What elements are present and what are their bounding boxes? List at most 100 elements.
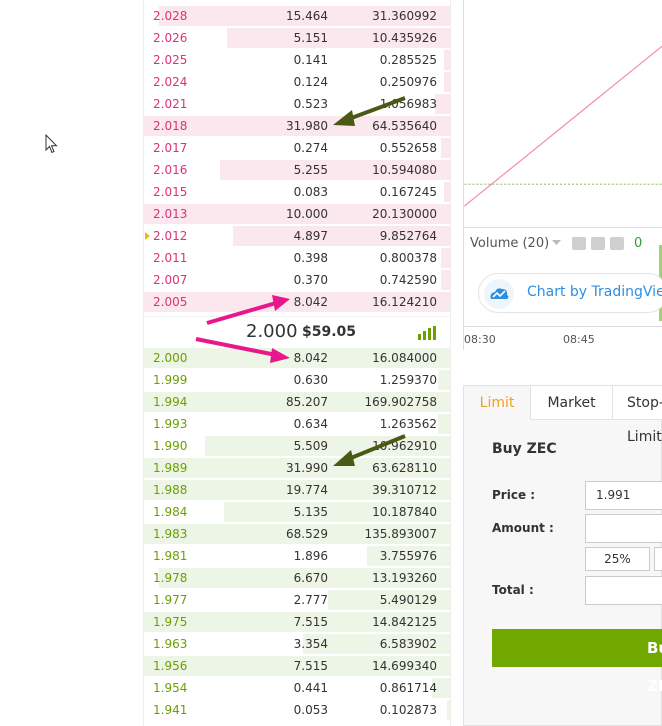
order-amount: 7.515	[293, 659, 328, 673]
ask-row[interactable]: 2.018 31.980 64.535640	[144, 115, 450, 137]
gear-icon[interactable]	[591, 237, 605, 250]
bid-row[interactable]: 1.984 5.135 10.187840	[144, 501, 450, 523]
bid-row[interactable]: 1.989 31.990 63.628110	[144, 457, 450, 479]
order-book-ticker: 2.000 $59.05	[144, 316, 450, 349]
order-price: 2.000	[153, 351, 188, 365]
ask-row[interactable]: 2.005 8.042 16.124210	[144, 291, 450, 313]
order-amount: 10.000	[286, 207, 328, 221]
order-total: 16.124210	[372, 295, 437, 309]
order-amount: 4.897	[293, 229, 328, 243]
percent-25-button[interactable]: 25%	[585, 547, 650, 571]
depth-bar	[444, 182, 450, 202]
order-amount: 15.464	[286, 9, 328, 23]
bid-row[interactable]: 1.956 7.515 14.699340	[144, 655, 450, 677]
ask-row[interactable]: 2.016 5.255 10.594080	[144, 159, 450, 181]
order-total: 3.755976	[379, 549, 437, 563]
ask-row[interactable]: 2.012 4.897 9.852764	[144, 225, 450, 247]
time-tick: 08:30	[464, 333, 496, 346]
bid-row[interactable]: 1.975 7.515 14.842125	[144, 611, 450, 633]
ask-row[interactable]: 2.007 0.370 0.742590	[144, 269, 450, 291]
order-price: 2.007	[153, 273, 188, 287]
order-price: 1.984	[153, 505, 188, 519]
tradingview-link[interactable]: Chart by TradingView	[527, 284, 662, 300]
bid-row[interactable]: 1.963 3.354 6.583902	[144, 633, 450, 655]
depth-bar	[444, 50, 450, 70]
bid-row[interactable]: 1.981 1.896 3.755976	[144, 545, 450, 567]
price-chart[interactable]	[464, 0, 662, 228]
amount-label: Amount :	[492, 521, 554, 535]
bid-row[interactable]: 1.941 0.053 0.102873	[144, 699, 450, 721]
tab-stop-limit[interactable]: Stop-Limit	[613, 386, 662, 445]
buy-button[interactable]: Buy ZEC	[492, 629, 662, 695]
ask-row[interactable]: 2.015 0.083 0.167245	[144, 181, 450, 203]
order-amount: 31.980	[286, 119, 328, 133]
ask-row[interactable]: 2.026 5.151 10.435926	[144, 27, 450, 49]
close-icon[interactable]	[610, 237, 624, 250]
ask-row[interactable]: 2.017 0.274 0.552658	[144, 137, 450, 159]
order-total: 0.742590	[379, 273, 437, 287]
ask-row[interactable]: 2.024 0.124 0.250976	[144, 71, 450, 93]
order-amount: 5.151	[293, 31, 328, 45]
order-price: 2.018	[153, 119, 188, 133]
order-total: 0.552658	[379, 141, 437, 155]
order-price: 2.015	[153, 185, 188, 199]
chart-price-line	[464, 45, 662, 207]
bid-row[interactable]: 1.988 19.774 39.310712	[144, 479, 450, 501]
order-amount: 1.896	[293, 549, 328, 563]
bid-row[interactable]: 1.990 5.509 10.962910	[144, 435, 450, 457]
tradingview-cloud-icon	[484, 279, 514, 309]
order-total: 6.583902	[379, 637, 437, 651]
order-price: 1.994	[153, 395, 188, 409]
order-price: 1.989	[153, 461, 188, 475]
total-input[interactable]	[585, 576, 662, 605]
order-total: 14.842125	[372, 615, 437, 629]
tab-market[interactable]: Market	[531, 386, 613, 420]
eye-icon[interactable]	[572, 237, 586, 250]
order-total: 10.187840	[372, 505, 437, 519]
price-input[interactable]: 1.991	[585, 481, 662, 510]
order-amount: 0.083	[293, 185, 328, 199]
order-total: 39.310712	[372, 483, 437, 497]
depth-bar	[441, 248, 450, 268]
chevron-down-icon[interactable]	[552, 240, 561, 246]
order-amount: 0.141	[293, 53, 328, 67]
order-amount: 2.777	[293, 593, 328, 607]
tradingview-badge[interactable]: Chart by TradingView	[478, 273, 662, 313]
order-price: 2.028	[153, 9, 188, 23]
order-price: 1.993	[153, 417, 188, 431]
bid-row[interactable]: 1.978 6.670 13.193260	[144, 567, 450, 589]
bid-row[interactable]: 1.954 0.441 0.861714	[144, 677, 450, 699]
volume-indicator-bar: Volume (20) 0	[464, 229, 662, 257]
bid-row[interactable]: 1.977 2.777 5.490129	[144, 589, 450, 611]
ask-row[interactable]: 2.025 0.141 0.285525	[144, 49, 450, 71]
bid-row[interactable]: 1.993 0.634 1.263562	[144, 413, 450, 435]
order-total: 10.435926	[372, 31, 437, 45]
order-amount: 5.135	[293, 505, 328, 519]
order-total: 10.962910	[372, 439, 437, 453]
order-amount: 19.774	[286, 483, 328, 497]
bid-row[interactable]: 1.999 0.630 1.259370	[144, 369, 450, 391]
ask-row[interactable]: 2.011 0.398 0.800378	[144, 247, 450, 269]
order-total: 13.193260	[372, 571, 437, 585]
order-price: 2.025	[153, 53, 188, 67]
order-type-tabs: Limit Market Stop-Limit	[464, 386, 662, 445]
tab-limit[interactable]: Limit	[464, 386, 531, 420]
order-amount: 0.634	[293, 417, 328, 431]
bid-row[interactable]: 2.000 8.042 16.084000	[144, 347, 450, 369]
bid-row[interactable]: 1.994 85.207 169.902758	[144, 391, 450, 413]
order-price: 1.978	[153, 571, 188, 585]
order-total: 10.594080	[372, 163, 437, 177]
ask-row[interactable]: 2.013 10.000 20.130000	[144, 203, 450, 225]
percent-50-button[interactable]	[654, 547, 662, 571]
order-total: 1.259370	[379, 373, 437, 387]
amount-input[interactable]	[585, 514, 662, 543]
buy-title: Buy ZEC	[492, 441, 557, 457]
ask-row[interactable]: 2.028 15.464 31.360992	[144, 5, 450, 27]
order-price: 2.012	[153, 229, 188, 243]
bid-row[interactable]: 1.983 68.529 135.893007	[144, 523, 450, 545]
chart-panel[interactable]: Volume (20) 0 Chart by TradingView 08:30…	[463, 0, 662, 350]
order-price: 2.016	[153, 163, 188, 177]
order-price: 1.954	[153, 681, 188, 695]
order-amount: 8.042	[293, 295, 328, 309]
ask-row[interactable]: 2.021 0.523 1.056983	[144, 93, 450, 115]
